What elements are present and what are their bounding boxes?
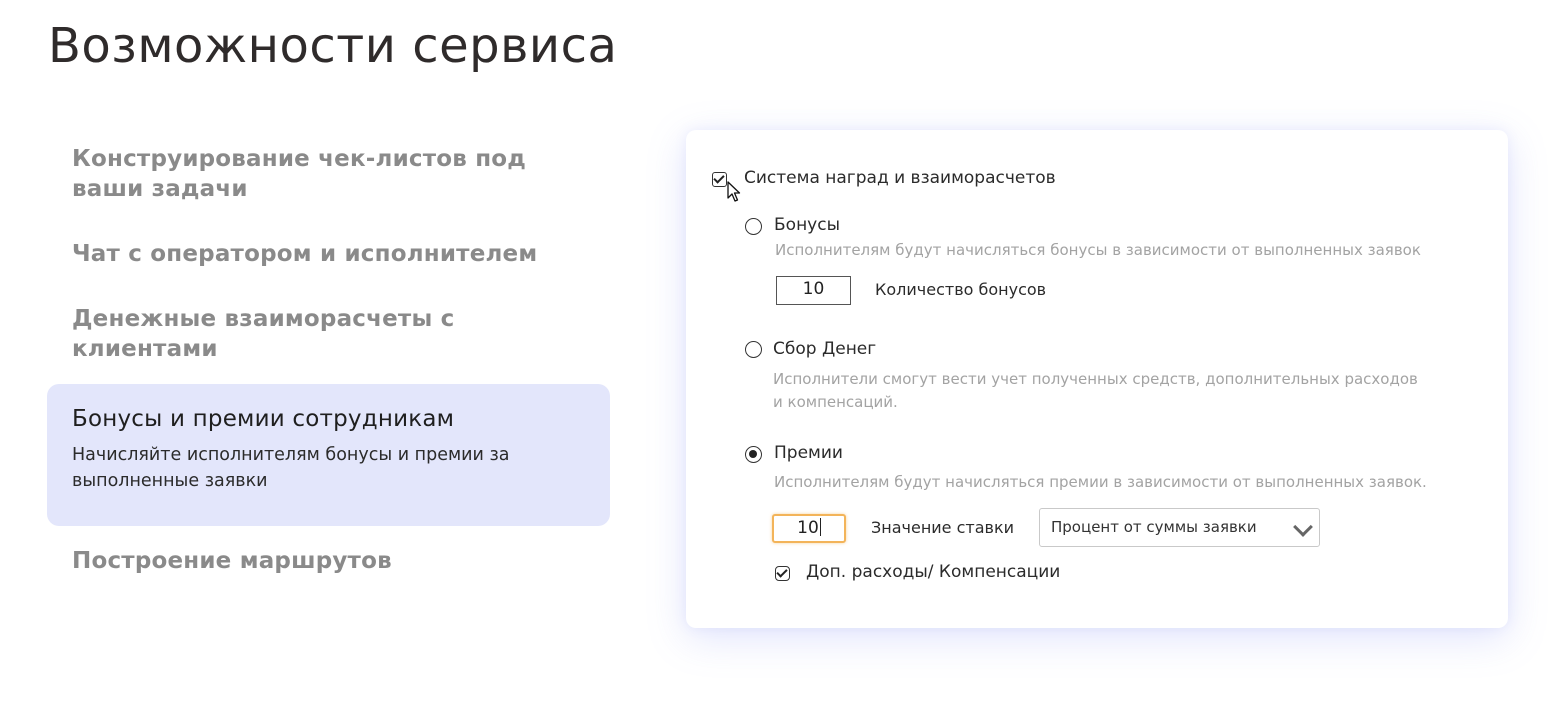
feature-item-payments[interactable]: Денежные взаиморасчеты с клиентами (47, 304, 610, 364)
feature-item-checklists[interactable]: Конструирование чек-листов под ваши зада… (47, 144, 610, 204)
radio-selected-dot (749, 450, 757, 458)
bonuses-radio[interactable] (745, 218, 762, 235)
rewards-system-checkbox[interactable] (712, 172, 727, 187)
feature-title: Денежные взаиморасчеты с клиентами (72, 306, 455, 362)
rate-value-text: 10 (797, 518, 819, 538)
bonuses-hint: Исполнителям будут начисляться бонусы в … (775, 241, 1421, 259)
checkmark-icon (713, 172, 725, 184)
feature-item-routes[interactable]: Построение маршрутов (47, 546, 610, 576)
feature-title: Построение маршрутов (72, 548, 392, 574)
rate-type-select[interactable]: Процент от суммы заявки (1039, 508, 1320, 547)
premiums-label: Премии (774, 443, 843, 463)
extra-expenses-checkbox[interactable] (775, 566, 790, 581)
text-caret (819, 518, 821, 536)
premiums-radio[interactable] (745, 446, 762, 463)
page-title: Возможности сервиса (48, 18, 618, 74)
feature-item-chat[interactable]: Чат с оператором и исполнителем (47, 239, 610, 269)
feature-title: Бонусы и премии сотрудникам (72, 406, 455, 432)
rate-value-input[interactable]: 10 (772, 514, 846, 543)
bonuses-label: Бонусы (774, 215, 841, 235)
feature-title: Конструирование чек-листов под ваши зада… (72, 146, 527, 202)
extra-expenses-label: Доп. расходы/ Компенсации (806, 562, 1061, 582)
bonus-count-input[interactable]: 10 (776, 276, 851, 305)
feature-item-bonuses[interactable]: Бонусы и премии сотрудникам Начисляйте и… (47, 384, 610, 526)
cash-collection-label: Сбор Денег (773, 339, 877, 359)
cash-collection-hint-line2: и компенсаций. (773, 393, 898, 411)
premiums-hint: Исполнителям будут начисляться премии в … (774, 473, 1427, 491)
bonus-count-label: Количество бонусов (875, 280, 1047, 299)
settings-panel: Система наград и взаиморасчетов Бонусы И… (686, 130, 1508, 628)
rate-type-selected: Процент от суммы заявки (1051, 518, 1257, 536)
checkmark-icon (776, 566, 788, 578)
rate-value-label: Значение ставки (871, 518, 1015, 537)
rewards-system-label: Система наград и взаиморасчетов (744, 168, 1056, 188)
feature-description: Начисляйте исполнителям бонусы и премии … (72, 445, 510, 491)
cash-collection-radio[interactable] (745, 341, 762, 358)
mouse-pointer-icon (727, 181, 741, 202)
feature-title: Чат с оператором и исполнителем (72, 241, 538, 267)
chevron-down-icon (1293, 517, 1313, 537)
cash-collection-hint-line1: Исполнители смогут вести учет полученных… (773, 370, 1418, 388)
